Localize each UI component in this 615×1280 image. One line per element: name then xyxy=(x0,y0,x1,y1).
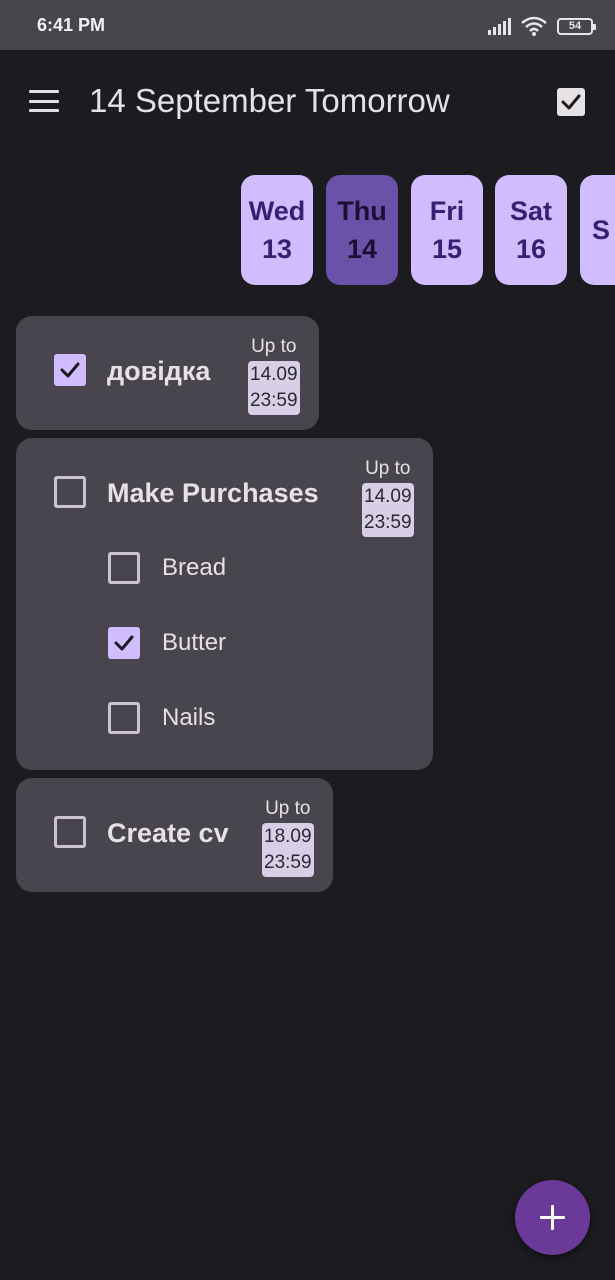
subtask-label: Bread xyxy=(162,554,227,581)
day-chip-wed[interactable]: Wed 13 xyxy=(241,175,313,285)
task-checkbox[interactable] xyxy=(54,476,86,508)
checkbox-checked-icon[interactable] xyxy=(557,88,585,116)
plus-icon xyxy=(540,1205,565,1230)
day-number: 13 xyxy=(261,234,293,264)
menu-icon[interactable] xyxy=(29,90,59,112)
day-chip-thu[interactable]: Thu 14 xyxy=(326,175,398,285)
subtask-checkbox[interactable] xyxy=(108,552,140,584)
task-card[interactable]: довідка Up to 14.09 23:59 xyxy=(16,316,319,430)
due-time: 23:59 xyxy=(250,390,298,411)
task-checkbox[interactable] xyxy=(54,816,86,848)
day-selector: Wed 13 Thu 14 Fri 15 Sat 16 S xyxy=(0,175,615,285)
task-card[interactable]: Create cv Up to 18.09 23:59 xyxy=(16,778,333,892)
status-time: 6:41 PM xyxy=(37,15,106,35)
due-label: Up to xyxy=(365,458,411,479)
due-day: 14.09 xyxy=(364,486,412,507)
task-title: Create cv xyxy=(107,818,229,848)
due-date: Up to 18.09 23:59 xyxy=(262,797,314,877)
day-number: 15 xyxy=(431,234,463,264)
subtask-label: Nails xyxy=(162,704,216,731)
wifi-icon xyxy=(521,16,547,36)
due-time: 23:59 xyxy=(264,852,312,873)
day-name: Fri xyxy=(429,196,465,226)
due-label: Up to xyxy=(251,336,297,357)
day-number: 14 xyxy=(346,234,378,264)
subtask-label: Butter xyxy=(162,629,227,656)
battery-level: 54 xyxy=(568,20,582,32)
status-bar: 6:41 PM 54 xyxy=(0,0,615,50)
due-day: 14.09 xyxy=(250,364,298,385)
due-date: Up to 14.09 23:59 xyxy=(248,335,300,415)
task-checkbox[interactable] xyxy=(54,354,86,386)
day-chip-fri[interactable]: Fri 15 xyxy=(411,175,483,285)
day-name: Wed xyxy=(248,196,306,226)
due-label: Up to xyxy=(265,798,311,819)
signal-icon xyxy=(488,17,511,35)
day-name: S xyxy=(592,215,611,245)
day-number: 16 xyxy=(515,234,547,264)
day-chip-sun[interactable]: S xyxy=(580,175,615,285)
page-title: 14 September Tomorrow xyxy=(89,82,450,119)
day-chip-sat[interactable]: Sat 16 xyxy=(495,175,567,285)
subtask-checkbox[interactable] xyxy=(108,702,140,734)
day-name: Sat xyxy=(509,196,553,226)
task-title: довідка xyxy=(107,356,211,386)
due-day: 18.09 xyxy=(264,826,312,847)
task-card[interactable]: Make Purchases Up to 14.09 23:59 Bread B… xyxy=(16,438,433,770)
add-task-button[interactable] xyxy=(515,1180,590,1255)
due-date: Up to 14.09 23:59 xyxy=(362,457,414,537)
day-name: Thu xyxy=(337,196,387,226)
status-icons: 54 xyxy=(488,15,596,37)
app-bar: 14 September Tomorrow xyxy=(0,50,615,154)
battery-icon: 54 xyxy=(557,17,596,35)
task-title: Make Purchases xyxy=(107,478,319,508)
subtask-checkbox[interactable] xyxy=(108,627,140,659)
due-time: 23:59 xyxy=(364,512,412,533)
